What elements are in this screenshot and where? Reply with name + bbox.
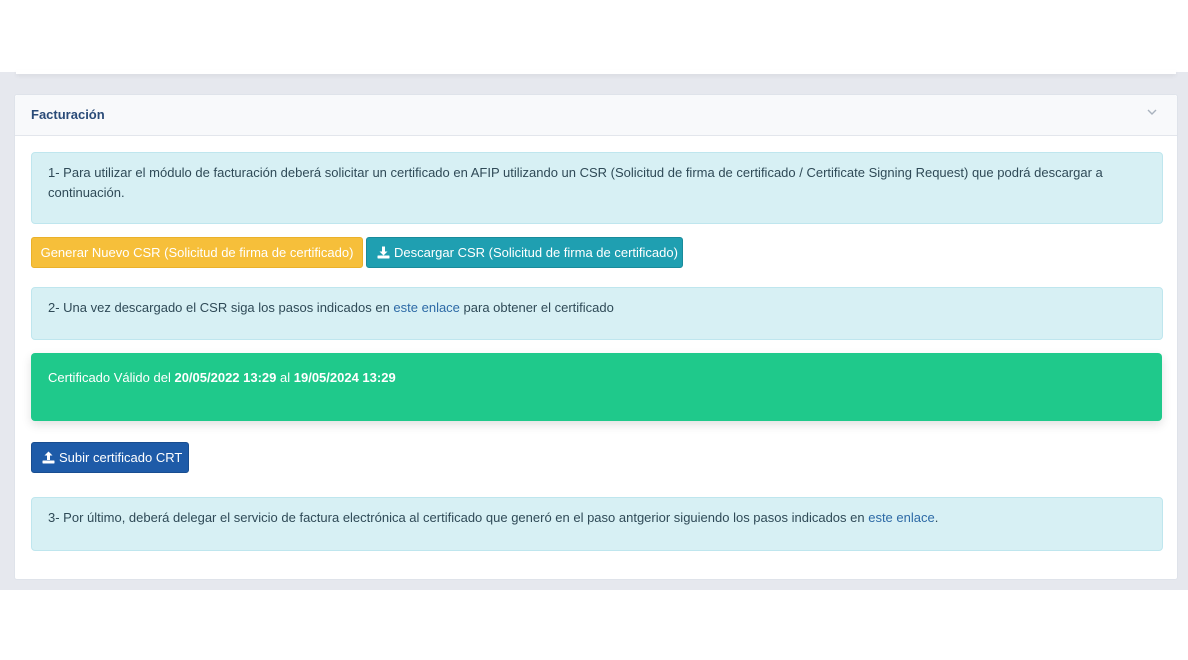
step3-text-before: 3- Por último, deberá delegar el servici… xyxy=(48,510,869,525)
certificate-from-date: 20/05/2022 13:29 xyxy=(174,370,277,385)
step3-alert: 3- Por último, deberá delegar el servici… xyxy=(31,497,1163,551)
step3-text-after: . xyxy=(934,510,939,525)
card-title: Facturación xyxy=(31,107,105,122)
generate-csr-label: Generar Nuevo CSR (Solicitud de firma de… xyxy=(40,245,354,260)
download-csr-label: Descargar CSR (Solicitud de firma de cer… xyxy=(394,245,678,260)
step2-alert: 2- Una vez descargado el CSR siga los pa… xyxy=(31,287,1163,340)
upload-icon xyxy=(42,451,55,464)
download-icon xyxy=(377,246,390,259)
chevron-down-icon[interactable] xyxy=(1147,107,1157,117)
step2-text-before: 2- Una vez descargado el CSR siga los pa… xyxy=(48,300,394,315)
step2-link[interactable]: este enlace xyxy=(393,300,460,315)
step2-text-after: para obtener el certificado xyxy=(459,300,614,315)
step1-alert: 1- Para utilizar el módulo de facturació… xyxy=(31,152,1163,224)
card-header[interactable]: Facturación xyxy=(15,95,1177,136)
top-card-edge xyxy=(16,70,1176,74)
certificate-valid-alert: Certificado Válido del 20/05/2022 13:29 … xyxy=(31,353,1162,421)
download-csr-button[interactable]: Descargar CSR (Solicitud de firma de cer… xyxy=(366,237,683,268)
upload-crt-label: Subir certificado CRT xyxy=(59,450,183,465)
step1-text: 1- Para utilizar el módulo de facturació… xyxy=(48,165,1103,200)
step3-link[interactable]: este enlace xyxy=(868,510,935,525)
generate-csr-button[interactable]: Generar Nuevo CSR (Solicitud de firma de… xyxy=(31,237,363,268)
certificate-to-date: 19/05/2024 13:29 xyxy=(293,370,396,385)
certificate-prefix: Certificado Válido del xyxy=(48,370,175,385)
billing-card: Facturación 1- Para utilizar el módulo d… xyxy=(14,94,1178,580)
upload-crt-button[interactable]: Subir certificado CRT xyxy=(31,442,189,473)
certificate-middle: al xyxy=(276,370,294,385)
top-area xyxy=(0,0,1188,72)
